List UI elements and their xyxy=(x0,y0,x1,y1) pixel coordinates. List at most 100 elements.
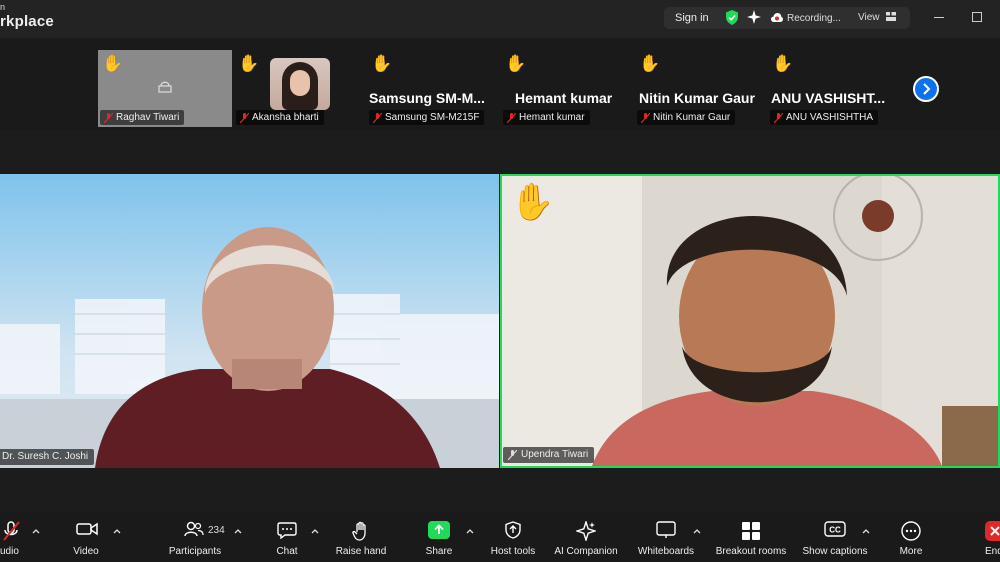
participants-label: Participants xyxy=(168,546,222,557)
maximize-icon[interactable] xyxy=(972,12,982,22)
participant-tile[interactable]: ✋ Raghav Tiwari xyxy=(98,50,232,127)
chat-label: Chat xyxy=(276,546,298,557)
participant-display-name: ANU VASHISHT... xyxy=(771,90,886,106)
participant-name-bar: ANU VASHISHTHA xyxy=(770,110,879,125)
audio-button[interactable]: udio xyxy=(0,512,30,562)
participant-display-name: Samsung SM-M... xyxy=(369,90,485,106)
raise-hand-icon xyxy=(352,521,366,541)
participant-name-bar: Hemant kumar xyxy=(503,110,590,125)
grid-view-icon[interactable] xyxy=(886,12,896,21)
chevron-up-icon[interactable] xyxy=(311,528,319,534)
show-captions-button[interactable]: CC Show captions xyxy=(798,512,872,562)
participant-display-name: Hemant kumar xyxy=(515,90,613,106)
whiteboard-icon xyxy=(656,521,676,538)
participant-video-feed xyxy=(502,176,998,466)
share-label: Share xyxy=(425,546,453,557)
participants-button[interactable]: 234 Participants xyxy=(164,512,226,562)
muted-mic-icon xyxy=(774,113,783,123)
raised-hand-icon: ✋ xyxy=(102,54,124,73)
video-tile-active[interactable]: ✋ Upendra Tiwari xyxy=(500,174,1000,468)
chat-button[interactable]: Chat xyxy=(268,512,306,562)
participant-strip: ✋ Raghav Tiwari ✋ Akansha bharti ✋ Samsu… xyxy=(0,38,1000,130)
participant-photo xyxy=(270,58,330,110)
participant-tile[interactable]: ✋ Akansha bharti xyxy=(234,50,367,127)
participant-name: Nitin Kumar Gaur xyxy=(653,112,731,123)
muted-mic-icon xyxy=(3,521,20,541)
muted-mic-icon xyxy=(373,113,382,123)
minimize-icon[interactable] xyxy=(934,17,944,18)
meeting-window: n rkplace Sign in Recording... View ✋ Ra… xyxy=(0,0,1000,562)
participant-name-label: Upendra Tiwari xyxy=(503,447,595,463)
show-captions-label: Show captions xyxy=(802,546,868,557)
muted-mic-icon xyxy=(240,113,249,123)
breakout-rooms-label: Breakout rooms xyxy=(715,546,787,557)
participant-name: Samsung SM-M215F xyxy=(385,112,480,123)
raise-hand-button[interactable]: Raise hand xyxy=(334,512,388,562)
ai-companion-button[interactable]: AI Companion xyxy=(550,512,622,562)
whiteboards-button[interactable]: Whiteboards xyxy=(634,512,698,562)
participant-tile[interactable]: ✋ ANU VASHISHT... ANU VASHISHTHA xyxy=(768,50,901,127)
chevron-right-icon xyxy=(923,83,931,95)
participant-name: ANU VASHISHTHA xyxy=(786,112,874,123)
participant-name: Hemant kumar xyxy=(519,112,585,123)
muted-mic-icon xyxy=(507,113,516,123)
host-tools-button[interactable]: Host tools xyxy=(486,512,540,562)
whiteboards-label: Whiteboards xyxy=(637,546,695,557)
security-shield-icon[interactable] xyxy=(725,10,739,25)
raised-hand-icon: ✋ xyxy=(510,181,555,222)
participant-tile[interactable]: ✋ Nitin Kumar Gaur Nitin Kumar Gaur xyxy=(635,50,768,127)
chevron-up-icon[interactable] xyxy=(234,528,242,534)
meeting-toolbar: udio Video 234 Participants Chat Raise h… xyxy=(0,512,1000,562)
video-camera-icon xyxy=(76,522,98,536)
participant-tile[interactable]: ✋ Samsung SM-M... Samsung SM-M215F xyxy=(367,50,500,127)
recording-cloud-icon xyxy=(771,13,783,22)
chevron-up-icon[interactable] xyxy=(466,528,474,534)
captions-cc-icon: CC xyxy=(824,521,846,537)
share-screen-icon xyxy=(428,521,450,539)
chevron-up-icon[interactable] xyxy=(32,528,40,534)
host-tools-label: Host tools xyxy=(490,546,536,557)
sign-in-button[interactable]: Sign in xyxy=(675,12,709,24)
recording-status[interactable]: Recording... xyxy=(787,13,841,24)
app-name-top: n xyxy=(0,2,6,12)
more-label: More xyxy=(899,546,923,557)
ai-sparkle-icon xyxy=(576,521,596,541)
video-button[interactable]: Video xyxy=(66,512,106,562)
svg-text:CC: CC xyxy=(829,526,841,535)
view-button[interactable]: View xyxy=(858,12,880,23)
chevron-up-icon[interactable] xyxy=(693,528,701,534)
shield-icon xyxy=(505,521,521,539)
muted-mic-icon xyxy=(641,113,650,123)
title-bar: n rkplace Sign in Recording... View xyxy=(0,0,1000,38)
raised-hand-icon: ✋ xyxy=(772,54,794,73)
chevron-up-icon[interactable] xyxy=(862,528,870,534)
participant-tile[interactable]: ✋ Hemant kumar Hemant kumar xyxy=(501,50,634,127)
breakout-rooms-button[interactable]: Breakout rooms xyxy=(712,512,790,562)
participant-display-name: Nitin Kumar Gaur xyxy=(639,90,755,106)
ai-sparkle-icon[interactable] xyxy=(747,10,761,24)
participants-count: 234 xyxy=(208,525,225,536)
audio-label: udio xyxy=(0,546,19,557)
chevron-up-icon[interactable] xyxy=(113,528,121,534)
participant-name-bar: Samsung SM-M215F xyxy=(369,110,485,125)
ai-companion-label: AI Companion xyxy=(554,546,618,557)
participant-name-bar: Nitin Kumar Gaur xyxy=(637,110,736,125)
speaker-name-label: Dr. Suresh C. Joshi xyxy=(0,449,95,465)
participants-icon xyxy=(184,521,204,537)
raised-hand-icon: ✋ xyxy=(639,54,661,73)
muted-mic-icon xyxy=(508,450,517,460)
end-button[interactable]: End xyxy=(978,512,1000,562)
participant-name-bar: Akansha bharti xyxy=(236,110,324,125)
share-button[interactable]: Share xyxy=(420,512,458,562)
participant-name: Raghav Tiwari xyxy=(116,112,180,123)
muted-mic-icon xyxy=(104,113,113,123)
video-off-avatar-icon xyxy=(158,81,172,93)
participant-name-bar: Raghav Tiwari xyxy=(100,110,185,125)
raise-hand-label: Raise hand xyxy=(335,546,387,557)
video-tile-speaker[interactable]: Dr. Suresh C. Joshi xyxy=(0,174,499,468)
end-call-icon xyxy=(985,521,1000,541)
raised-hand-icon: ✋ xyxy=(505,54,527,73)
next-page-button[interactable] xyxy=(913,76,939,102)
more-button[interactable]: More xyxy=(892,512,930,562)
breakout-rooms-icon xyxy=(742,522,760,540)
